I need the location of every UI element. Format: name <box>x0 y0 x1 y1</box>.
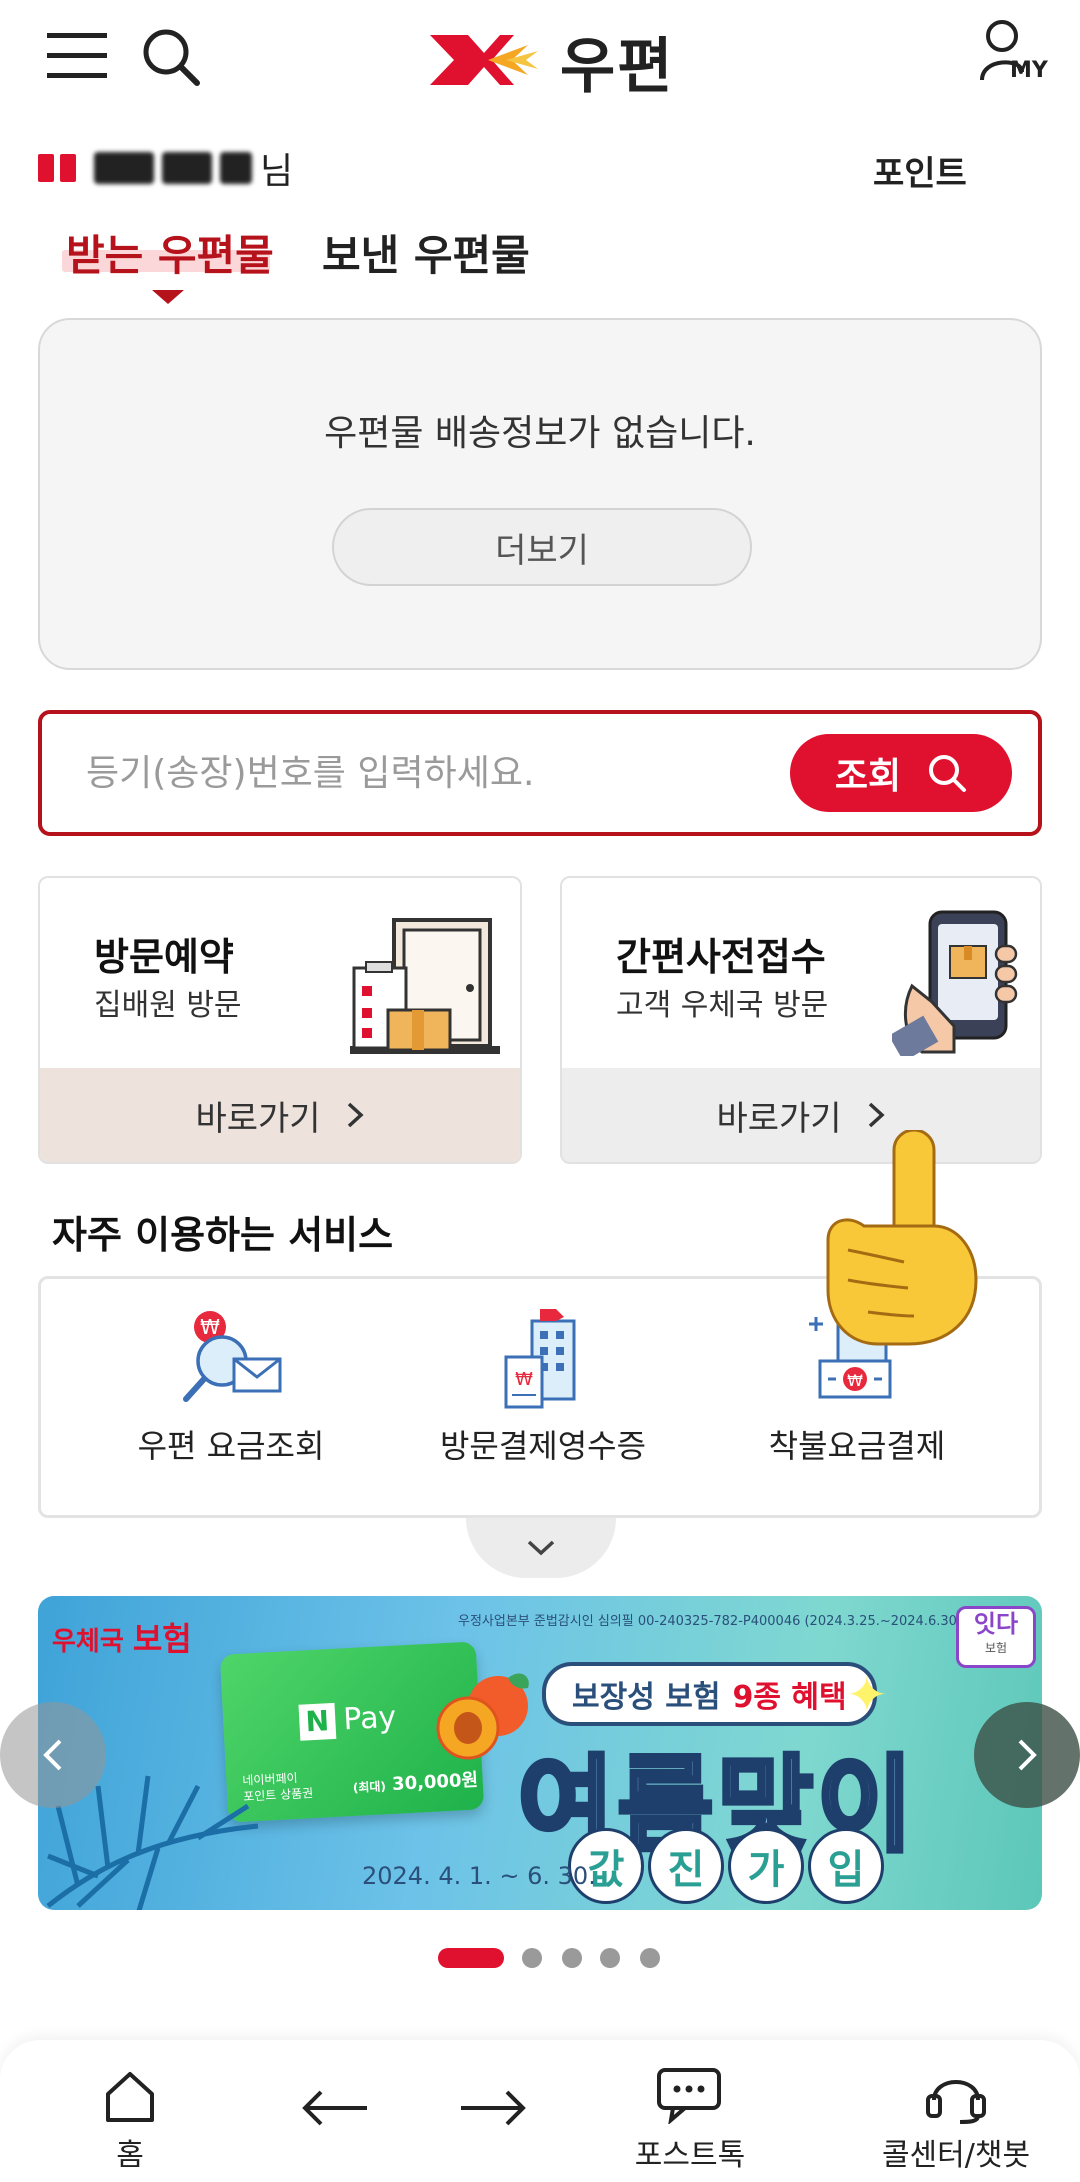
nav-posttalk[interactable]: 포스트톡 <box>620 2066 760 2174</box>
headline-a: 보장성 보험 <box>572 1680 721 1715</box>
fee-search-icon: ₩ <box>81 1307 381 1417</box>
card-title: 간편사전접수 <box>616 935 826 979</box>
tracking-number-input[interactable] <box>84 744 788 802</box>
freq-item-fee-search[interactable]: ₩ 우편 요금조회 <box>81 1307 381 1467</box>
nav-label: 포스트톡 <box>634 2138 746 2173</box>
headset-icon <box>926 2080 986 2124</box>
carousel-dot-active[interactable] <box>438 1948 504 1968</box>
card-subtitle: 집배원 방문 <box>94 988 242 1023</box>
tab-sent-mail[interactable]: 보낸 우편물 <box>322 222 530 283</box>
forward-arrow-icon <box>461 2090 526 2126</box>
svg-text:₩: ₩ <box>515 1369 533 1390</box>
freq-label: 방문결제영수증 <box>439 1427 647 1465</box>
card-go-footer[interactable]: 바로가기 <box>40 1068 520 1162</box>
door-parcel-icon <box>350 916 500 1060</box>
phone-hand-icon <box>888 906 1022 1062</box>
banner-bubbles: 값 진 가 입 <box>568 1828 884 1904</box>
tab-received-mail[interactable]: 받는 우편물 <box>66 222 274 283</box>
freq-label: 착불요금결제 <box>768 1427 946 1465</box>
chevron-down-icon <box>527 1540 555 1556</box>
amount-prefix: (최대) <box>352 1779 387 1796</box>
badge-sub-text: 보험 <box>984 1641 1008 1655</box>
nav-callcenter[interactable]: 콜센터/챗봇 <box>866 2066 1046 2174</box>
nav-label: 콜센터/챗봇 <box>881 2138 1031 2173</box>
bubble: 입 <box>808 1828 884 1904</box>
user-greeting: 님 <box>38 142 293 194</box>
my-button[interactable]: MY <box>978 18 1058 88</box>
visit-reservation-card[interactable]: 방문예약 집배원 방문 바로가기 <box>38 876 522 1164</box>
empty-delivery-message: 우편물 배송정보가 없습니다. <box>324 413 756 454</box>
svg-text:₩: ₩ <box>200 1315 220 1339</box>
greeting-suffix: 님 <box>260 151 294 192</box>
card-title: 방문예약 <box>94 935 234 979</box>
banner-period: 2024. 4. 1. ~ 6. 30. <box>362 1862 596 1890</box>
search-icon <box>929 755 967 792</box>
itda-badge: 잇다 보험 <box>956 1606 1036 1668</box>
simple-pre-registration-card[interactable]: 간편사전접수 고객 우체국 방문 바로가기 <box>560 876 1042 1164</box>
search-button-label: 조회 <box>834 756 902 797</box>
nav-label: 홈 <box>116 2138 144 2173</box>
carousel-prev-button[interactable] <box>0 1702 106 1808</box>
carousel-dot[interactable] <box>562 1948 582 1968</box>
badge-text: 잇다 <box>973 1610 1019 1638</box>
carousel-dot[interactable] <box>522 1948 542 1968</box>
amount-value: 30,000원 <box>391 1769 479 1795</box>
sparkle-icon: ✦ <box>846 1666 888 1724</box>
banner-notice: 우정사업본부 준법감시인 심의필 00-240325-782-P400046 (… <box>458 1614 967 1629</box>
pay-text: Pay <box>342 1699 398 1738</box>
carousel-dot[interactable] <box>600 1948 620 1968</box>
user-name-masked <box>94 152 154 184</box>
bubble: 가 <box>728 1828 804 1904</box>
bottom-navigation: 홈 포스트톡 콜센터/챗봇 <box>0 2040 1080 2182</box>
carousel-next-button[interactable] <box>974 1702 1080 1808</box>
quote-mark-icon <box>38 154 76 182</box>
nav-back[interactable] <box>296 2088 376 2128</box>
insurance-banner[interactable]: 우체국 보험 우정사업본부 준법감시인 심의필 00-240325-782-P4… <box>38 1596 1042 1910</box>
carousel-dot[interactable] <box>640 1948 660 1968</box>
tracking-search-button[interactable]: 조회 <box>790 734 1012 812</box>
point-link[interactable]: 포인트 <box>873 146 967 195</box>
user-name-masked <box>162 152 212 184</box>
search-icon[interactable] <box>138 24 204 90</box>
brand-text: 우체국 <box>52 1627 124 1657</box>
card-subtitle: 고객 우체국 방문 <box>616 988 829 1023</box>
svg-text:₩: ₩ <box>847 1371 863 1390</box>
more-button[interactable]: 더보기 <box>332 508 752 586</box>
nav-forward[interactable] <box>452 2088 532 2128</box>
banner-brand: 우체국 보험 <box>52 1614 192 1660</box>
chevron-right-icon <box>1018 1739 1037 1771</box>
card-amount: (최대) 30,000원 <box>352 1765 479 1798</box>
frequent-services-title: 자주 이용하는 서비스 <box>52 1213 394 1257</box>
my-label: MY <box>1010 58 1048 83</box>
logo-text: 우편 <box>560 32 675 102</box>
delivery-info-card: 우편물 배송정보가 없습니다. 더보기 <box>38 318 1042 670</box>
back-arrow-icon <box>302 2090 367 2126</box>
chevron-right-icon <box>868 1102 885 1128</box>
carousel-dots <box>0 1946 1080 1970</box>
home-icon <box>106 2072 154 2122</box>
chevron-right-icon <box>347 1102 364 1128</box>
naver-n-icon: N <box>298 1702 337 1741</box>
app-logo[interactable]: 우편 <box>428 18 674 105</box>
menu-icon[interactable] <box>46 28 110 84</box>
headline-b: 9종 혜택 <box>732 1680 847 1715</box>
expand-services-button[interactable] <box>466 1518 616 1578</box>
pointing-hand-overlay <box>808 1128 988 1354</box>
receipt-icon: ₩ <box>393 1307 693 1417</box>
freq-item-receipt[interactable]: ₩ 방문결제영수증 <box>393 1307 693 1467</box>
brand-bold-text: 보험 <box>132 1620 192 1658</box>
nav-home[interactable]: 홈 <box>80 2068 180 2174</box>
freq-label: 우편 요금조회 <box>137 1427 325 1465</box>
banner-headline-pill: 보장성 보험 9종 혜택 <box>542 1662 877 1726</box>
user-name-masked <box>220 152 252 184</box>
chevron-left-icon <box>43 1739 62 1771</box>
post-logo-icon <box>428 27 540 97</box>
go-label: 바로가기 <box>195 1098 321 1139</box>
tab-active-indicator <box>152 290 184 304</box>
chat-icon <box>657 2068 721 2124</box>
bubble: 진 <box>648 1828 724 1904</box>
banner-carousel: 우체국 보험 우정사업본부 준법감시인 심의필 00-240325-782-P4… <box>0 1596 1080 1916</box>
tracking-search-box: 조회 <box>38 710 1042 836</box>
